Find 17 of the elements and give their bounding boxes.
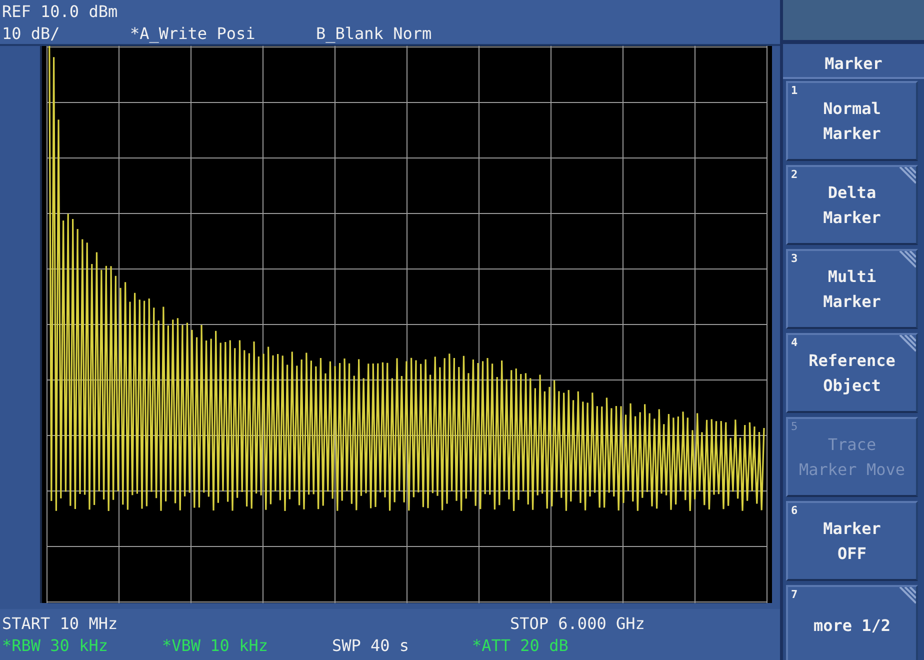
- start-frequency: START 10 MHz: [2, 613, 119, 635]
- setting-label: *VBW 10 kHz: [162, 635, 269, 657]
- softkey[interactable]: 4 Reference Object: [786, 333, 918, 413]
- setting-label: *RBW 30 kHz: [2, 635, 109, 657]
- setting-label: *ATT 20 dB: [472, 635, 570, 657]
- softkey[interactable]: 7 more 1/2: [786, 585, 918, 660]
- softkey[interactable]: 6 Marker OFF: [786, 501, 918, 581]
- trace-b-label: B_Blank Norm: [316, 23, 432, 45]
- scale-label: 10 dB/: [2, 23, 61, 45]
- setting-label: SWP 40 s: [332, 635, 410, 657]
- softkey[interactable]: 2 Delta Marker: [786, 165, 918, 245]
- softkey[interactable]: 1 Normal Marker: [786, 81, 918, 161]
- reference-level: REF 10.0 dBm: [2, 1, 118, 23]
- menu-title: Marker: [783, 44, 924, 79]
- stop-frequency: STOP 6.000 GHz: [510, 613, 645, 635]
- trace-a-label: *A_Write Posi: [130, 23, 256, 45]
- softkey[interactable]: 3 Multi Marker: [786, 249, 918, 329]
